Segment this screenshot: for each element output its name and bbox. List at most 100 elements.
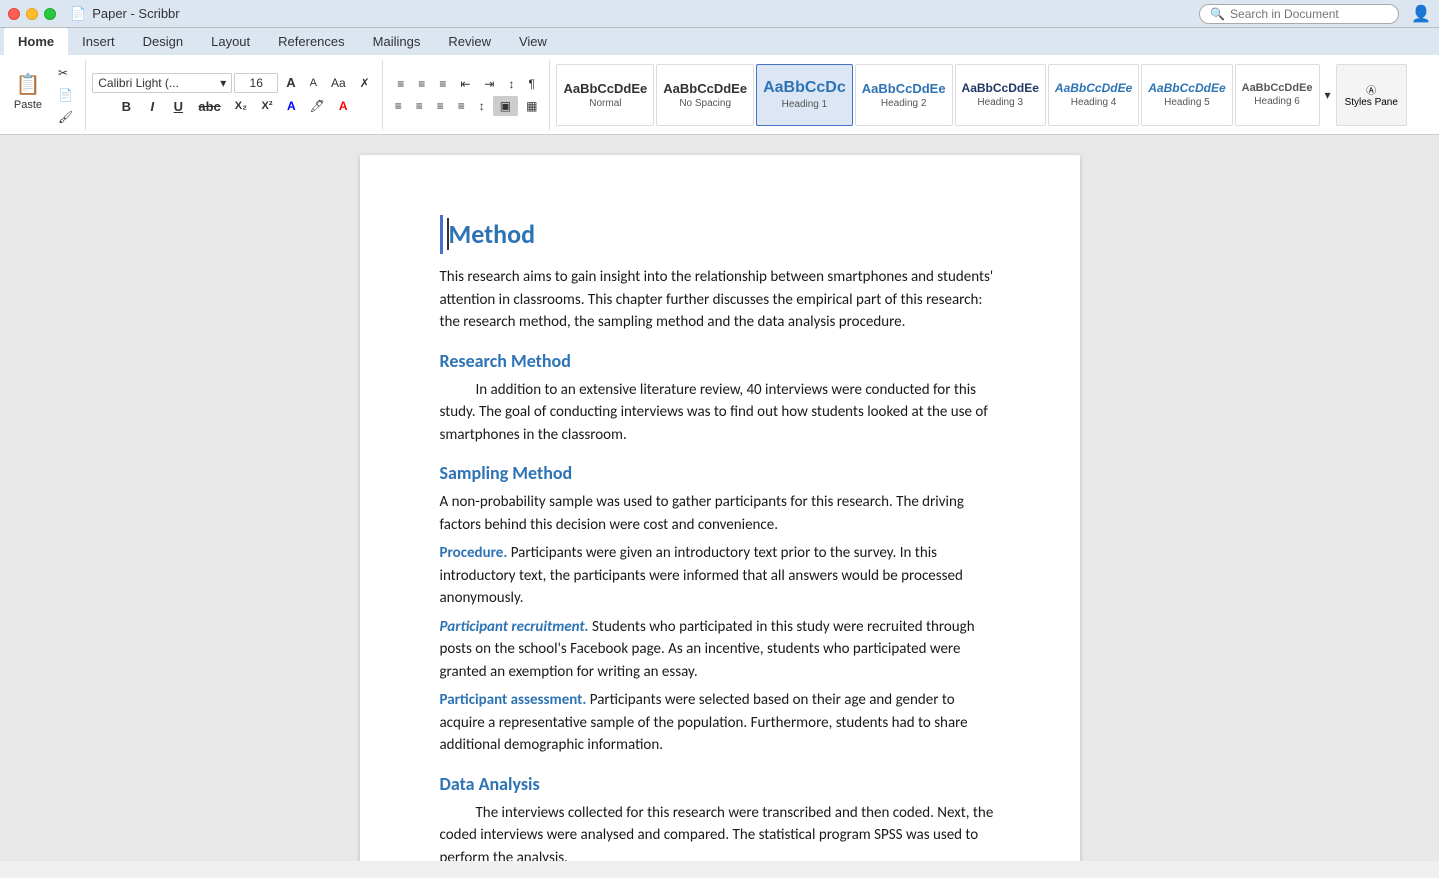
tab-design[interactable]: Design — [129, 28, 197, 55]
style-normal[interactable]: AaBbCcDdEe Normal — [556, 64, 654, 126]
document-page: Method This research aims to gain insigh… — [360, 155, 1080, 861]
line-spacing-button[interactable]: ↕ — [473, 96, 491, 116]
minimize-button[interactable] — [26, 8, 38, 20]
font-size-value: 16 — [250, 76, 263, 90]
style-no-spacing-label: No Spacing — [679, 98, 731, 109]
align-right-button[interactable]: ≡ — [431, 96, 450, 116]
font-name-dropdown[interactable]: Calibri Light (... ▾ — [92, 73, 232, 93]
style-heading3[interactable]: AaBbCcDdEe Heading 3 — [955, 64, 1046, 126]
decrease-indent-button[interactable]: ⇤ — [454, 74, 476, 94]
search-input[interactable] — [1230, 7, 1388, 21]
tab-references[interactable]: References — [264, 28, 358, 55]
shading-button[interactable]: ▣ — [493, 96, 518, 116]
cut-button[interactable]: ✂ — [52, 63, 79, 83]
tab-review[interactable]: Review — [434, 28, 505, 55]
font-color-button[interactable]: A — [333, 96, 354, 116]
style-normal-label: Normal — [589, 98, 621, 109]
italic-button[interactable]: I — [140, 95, 164, 117]
copy-button[interactable]: 📄 — [52, 85, 79, 105]
bold-button[interactable]: B — [114, 95, 138, 117]
bullets-button[interactable]: ≡ — [391, 74, 410, 94]
more-styles-button[interactable]: ▾ — [1322, 64, 1334, 126]
underline-button[interactable]: U — [166, 95, 190, 117]
user-icon: 👤 — [1411, 4, 1431, 24]
run-participant-recruitment: Participant recruitment. — [440, 618, 589, 636]
format-painter-button[interactable]: 🖌 — [52, 107, 79, 127]
style-heading6-preview: AaBbCcDdEe — [1242, 82, 1313, 94]
style-heading6-label: Heading 6 — [1254, 96, 1300, 107]
shrink-font-button[interactable]: A — [304, 74, 323, 92]
styles-area: AaBbCcDdEe Normal AaBbCcDdEe No Spacing … — [556, 64, 1433, 126]
style-no-spacing-preview: AaBbCcDdEe — [663, 81, 747, 96]
style-heading1-label: Heading 1 — [782, 99, 828, 110]
para-sampling-method: A non-probability sample was used to gat… — [440, 491, 1000, 536]
multilevel-button[interactable]: ≡ — [433, 74, 452, 94]
title-bar: 📄 Paper - Scribbr 🔍 👤 — [0, 0, 1439, 28]
align-center-button[interactable]: ≡ — [410, 96, 429, 116]
paste-button[interactable]: 📋 Paste — [6, 69, 50, 121]
heading-research-method: Research Method — [440, 348, 1000, 375]
font-row1: Calibri Light (... ▾ 16 A A Aa ✗ — [92, 72, 375, 93]
font-name-chevron: ▾ — [220, 76, 226, 90]
font-size-field[interactable]: 16 — [234, 73, 278, 93]
style-heading6[interactable]: AaBbCcDdEe Heading 6 — [1235, 64, 1320, 126]
styles-pane-label: Styles Pane — [1345, 97, 1398, 108]
font-name-value: Calibri Light (... — [98, 76, 179, 90]
close-button[interactable] — [8, 8, 20, 20]
style-heading5-preview: AaBbCcDdEe — [1148, 81, 1225, 95]
toolbar: 📋 Paste ✂ 📄 🖌 Calibri Light (... ▾ 16 A … — [0, 55, 1439, 135]
text-highlight-button[interactable]: 🖊 — [304, 96, 331, 116]
tab-layout[interactable]: Layout — [197, 28, 264, 55]
style-normal-preview: AaBbCcDdEe — [563, 81, 647, 96]
cursor-before — [447, 218, 449, 250]
strikethrough-button[interactable]: abc — [192, 95, 226, 117]
subscript-button[interactable]: X₂ — [229, 95, 253, 117]
style-heading4-label: Heading 4 — [1071, 97, 1117, 108]
document-area[interactable]: Method This research aims to gain insigh… — [0, 135, 1439, 861]
para-participant-assessment: Participant assessment. Participants wer… — [440, 689, 1000, 757]
run-participant-assessment: Participant assessment. — [440, 691, 587, 709]
style-heading5-label: Heading 5 — [1164, 97, 1210, 108]
numbering-button[interactable]: ≡ — [412, 74, 431, 94]
styles-pane-icon: Ⓐ — [1366, 82, 1376, 97]
para-row1: ≡ ≡ ≡ ⇤ ⇥ ↕ ¶ — [391, 74, 541, 94]
font-color-highlight-button[interactable]: A — [281, 96, 302, 116]
heading-sampling-method: Sampling Method — [440, 460, 1000, 487]
justify-button[interactable]: ≡ — [452, 96, 471, 116]
clipboard-group: 📋 Paste ✂ 📄 🖌 — [6, 60, 86, 130]
style-no-spacing[interactable]: AaBbCcDdEe No Spacing — [656, 64, 754, 126]
user-icon-area[interactable]: 👤 — [1411, 4, 1431, 24]
style-heading4-preview: AaBbCcDdEe — [1055, 81, 1132, 95]
style-heading4[interactable]: AaBbCcDdEe Heading 4 — [1048, 64, 1139, 126]
align-left-button[interactable]: ≡ — [389, 96, 408, 116]
tab-mailings[interactable]: Mailings — [359, 28, 435, 55]
font-group: Calibri Light (... ▾ 16 A A Aa ✗ B I U a… — [92, 60, 382, 130]
font-row2: B I U abc X₂ X² A 🖊 A — [114, 95, 353, 117]
style-heading5[interactable]: AaBbCcDdEe Heading 5 — [1141, 64, 1232, 126]
style-heading2[interactable]: AaBbCcDdEe Heading 2 — [855, 64, 953, 126]
case-button[interactable]: Aa — [325, 73, 352, 93]
paste-label: Paste — [14, 99, 42, 111]
grow-font-button[interactable]: A — [280, 72, 301, 93]
clear-format-button[interactable]: ✗ — [354, 73, 376, 93]
styles-pane-button[interactable]: Ⓐ Styles Pane — [1336, 64, 1407, 126]
style-heading1[interactable]: AaBbCcDc Heading 1 — [756, 64, 853, 126]
maximize-button[interactable] — [44, 8, 56, 20]
superscript-button[interactable]: X² — [255, 95, 279, 117]
para-intro: This research aims to gain insight into … — [440, 266, 1000, 334]
borders-button[interactable]: ▦ — [520, 96, 543, 116]
tab-insert[interactable]: Insert — [68, 28, 129, 55]
search-in-document[interactable]: 🔍 — [1199, 4, 1399, 24]
show-hide-button[interactable]: ¶ — [522, 74, 540, 94]
title-bar-left: 📄 Paper - Scribbr — [8, 6, 180, 22]
style-heading2-preview: AaBbCcDdEe — [862, 81, 946, 96]
style-heading2-label: Heading 2 — [881, 98, 927, 109]
style-heading3-preview: AaBbCcDdEe — [962, 81, 1039, 95]
tab-view[interactable]: View — [505, 28, 561, 55]
increase-indent-button[interactable]: ⇥ — [478, 74, 500, 94]
sort-button[interactable]: ↕ — [502, 74, 520, 94]
para-procedure: Procedure. Participants were given an in… — [440, 542, 1000, 610]
style-heading1-preview: AaBbCcDc — [763, 79, 846, 97]
para-row2: ≡ ≡ ≡ ≡ ↕ ▣ ▦ — [389, 96, 544, 116]
tab-home[interactable]: Home — [4, 28, 68, 55]
